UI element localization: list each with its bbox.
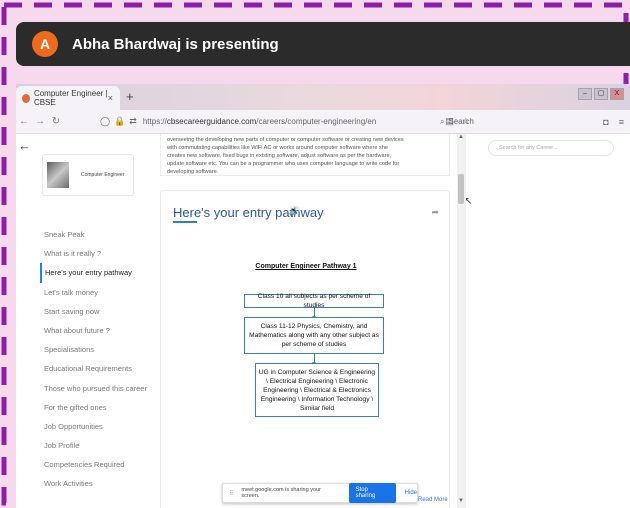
- minimize-icon[interactable]: –: [578, 88, 592, 100]
- intro-text-card: overseeing the developing new parts of c…: [160, 134, 450, 176]
- browser-search-box[interactable]: ⌕ Search: [440, 117, 474, 127]
- drag-handle-icon[interactable]: ⠿: [229, 490, 233, 497]
- read-more-link[interactable]: Read More: [418, 497, 448, 503]
- stop-sharing-button[interactable]: Stop sharing: [348, 483, 396, 503]
- lock-icon: 🔒: [114, 116, 126, 126]
- menu-icon[interactable]: ≡: [619, 117, 624, 127]
- nav-item[interactable]: Job Opportunities: [40, 417, 170, 436]
- intro-line: update software etc. You can be a progra…: [167, 161, 400, 167]
- pathway-step-1: Class 10 all subjects as per scheme of s…: [244, 293, 384, 309]
- intro-line: with commutating capabilities like WiFi …: [167, 145, 389, 151]
- url-field[interactable]: https://cbsecareerguidance.com/careers/c…: [143, 117, 376, 126]
- presenting-label: Abha Bhardwaj is presenting: [72, 35, 279, 53]
- presenter-avatar: A: [32, 31, 58, 57]
- career-thumbnail: [47, 162, 69, 188]
- maximize-icon[interactable]: ▢: [594, 88, 608, 100]
- right-panel: Search for any Career...: [465, 134, 630, 508]
- nav-item[interactable]: What is it really ?: [40, 244, 170, 263]
- browser-window: Computer Engineer | CBSE × + – ▢ X ← → ↻…: [16, 84, 630, 508]
- nav-item[interactable]: Those who pursued this career: [40, 379, 170, 398]
- screen-share-bar: ⠿ meet.google.com is sharing your screen…: [222, 483, 418, 503]
- tab-computer-engineer[interactable]: Computer Engineer | CBSE ×: [16, 86, 120, 110]
- reload-icon[interactable]: ↻: [48, 116, 64, 127]
- nav-item[interactable]: Specialisations: [40, 340, 170, 359]
- navigation-bar: ← → ↻ ◯ 🔒 ⇄ https://cbsecareerguidance.c…: [16, 110, 630, 134]
- nav-item[interactable]: Work Activities: [40, 474, 170, 493]
- search-icon: ⌕: [440, 116, 445, 126]
- meet-presenting-bar: A Abha Bhardwaj is presenting: [16, 22, 630, 66]
- flow-arrow: [312, 354, 316, 365]
- nav-item[interactable]: Sneak Peak: [40, 225, 170, 244]
- career-card-label: Computer Engineer: [81, 172, 125, 178]
- nav-item[interactable]: For the gifted ones: [40, 398, 170, 417]
- page-back-arrow-icon[interactable]: ←: [18, 138, 31, 153]
- pathway-step-2: Class 11-12 Physics, Chemistry, and Math…: [244, 317, 384, 354]
- permissions-icon[interactable]: ⇄: [129, 116, 137, 127]
- career-card[interactable]: Computer Engineer: [42, 154, 134, 196]
- back-icon[interactable]: ←: [16, 116, 32, 127]
- nav-item-active[interactable]: Here's your entry pathway: [40, 263, 170, 283]
- flow-arrow: [312, 308, 316, 319]
- window-controls: – ▢ X: [578, 88, 624, 100]
- share-icon[interactable]: ➦: [431, 207, 439, 218]
- intro-line: overseeing the developing new parts of c…: [167, 137, 404, 143]
- new-tab-button[interactable]: +: [126, 89, 134, 104]
- url-prefix: https://: [142, 117, 167, 126]
- search-label: Search: [448, 117, 474, 126]
- window-close-icon[interactable]: X: [610, 88, 624, 100]
- pathway-diagram: Computer Engineer Pathway 1 Class 10 all…: [161, 263, 451, 483]
- section-nav: Sneak Peak What is it really ? Here's yo…: [40, 225, 170, 494]
- scroll-up-icon[interactable]: ▲: [458, 134, 464, 140]
- heading-underline: [173, 221, 197, 223]
- url-path: /careers/computer-engineering/en: [256, 117, 377, 126]
- site-favicon-icon: [22, 93, 30, 103]
- tab-strip: Computer Engineer | CBSE × + – ▢ X: [16, 84, 630, 110]
- diagram-title: Computer Engineer Pathway 1: [255, 263, 357, 270]
- url-domain: cbsecareerguidance.com: [166, 117, 257, 126]
- main-content: overseeing the developing new parts of c…: [156, 134, 452, 508]
- web-page: ← Computer Engineer Sneak Peak What is i…: [16, 134, 630, 508]
- hide-button[interactable]: Hide: [405, 490, 417, 496]
- sharing-message: meet.google.com is sharing your screen.: [241, 487, 321, 499]
- toolbar-right: ◘ ≡: [603, 117, 624, 127]
- nav-item[interactable]: Start saving now: [40, 302, 170, 321]
- speaker-icon[interactable]: 🔊: [289, 206, 300, 217]
- close-tab-icon[interactable]: ×: [108, 93, 113, 103]
- nav-item[interactable]: Let's talk money: [40, 283, 170, 302]
- intro-line: developing software.: [167, 169, 219, 175]
- shield-icon[interactable]: ◯: [100, 116, 110, 127]
- pocket-icon[interactable]: ◘: [603, 117, 608, 127]
- nav-item[interactable]: Educational Requirements: [40, 359, 170, 378]
- scroll-down-icon[interactable]: ▼: [458, 498, 464, 504]
- pathway-step-3: UG in Computer Science & Engineering \ E…: [255, 363, 379, 417]
- forward-icon[interactable]: →: [32, 116, 48, 127]
- nav-item[interactable]: What about future ?: [40, 321, 170, 340]
- entry-pathway-card: Here's your entry pathway 🔊 ➦ Computer E…: [160, 190, 450, 508]
- intro-line: creates new software, fixed bugs in exis…: [167, 153, 392, 159]
- pathway-heading: Here's your entry pathway: [173, 205, 324, 220]
- nav-item[interactable]: Job Profile: [40, 436, 170, 455]
- nav-item[interactable]: Competencies Required: [40, 455, 170, 474]
- career-search-input[interactable]: Search for any Career...: [488, 140, 614, 156]
